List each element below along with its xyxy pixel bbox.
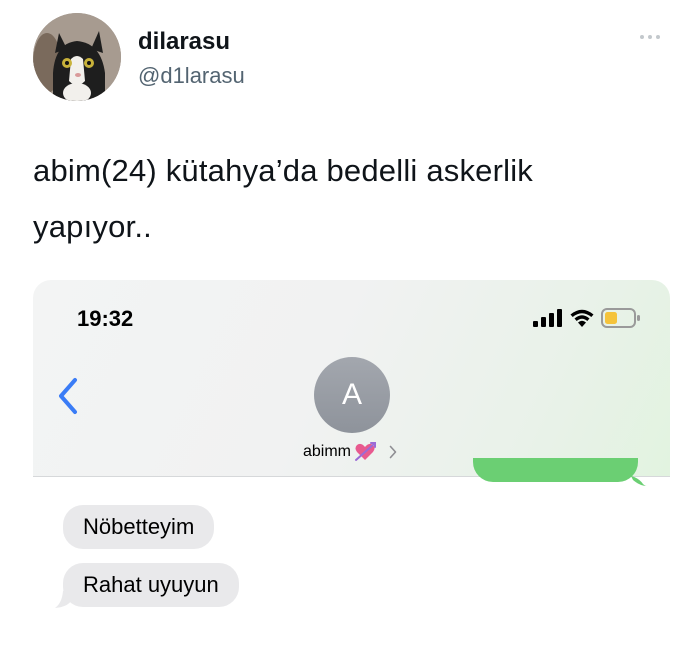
contact-avatar[interactable]: A [314,357,390,433]
wifi-icon [570,309,594,327]
status-icons [533,308,641,328]
tweet-text: abim(24) kütahya’da bedelli askerlik yap… [33,153,534,244]
received-message-bubble[interactable]: Nöbetteyim [63,505,215,549]
user-handle[interactable]: @d1larasu [138,63,245,89]
profile-avatar[interactable] [33,13,121,101]
status-time: 19:32 [77,306,134,331]
signal-icon [533,309,562,327]
ellipsis-icon[interactable] [640,32,666,42]
cat-avatar-image [33,13,121,101]
received-message-bubble[interactable]: Rahat uyuyun [63,563,239,607]
contact-name: abimm [303,443,352,460]
tweet-media-image[interactable]: 19:32 A abimm Nöbetteyim Rahat uyuyun [33,280,670,666]
contact-name-row[interactable]: abimm [303,442,397,462]
received-bubble-tail [55,591,71,608]
battery-icon [601,308,640,328]
sent-bubble-tail [631,476,647,486]
back-chevron-icon[interactable] [53,376,83,416]
chevron-right-icon [389,445,397,459]
sent-message-bubble [473,458,638,482]
display-name[interactable]: dilarasu [138,28,230,56]
heart-with-arrow-icon [354,442,377,462]
